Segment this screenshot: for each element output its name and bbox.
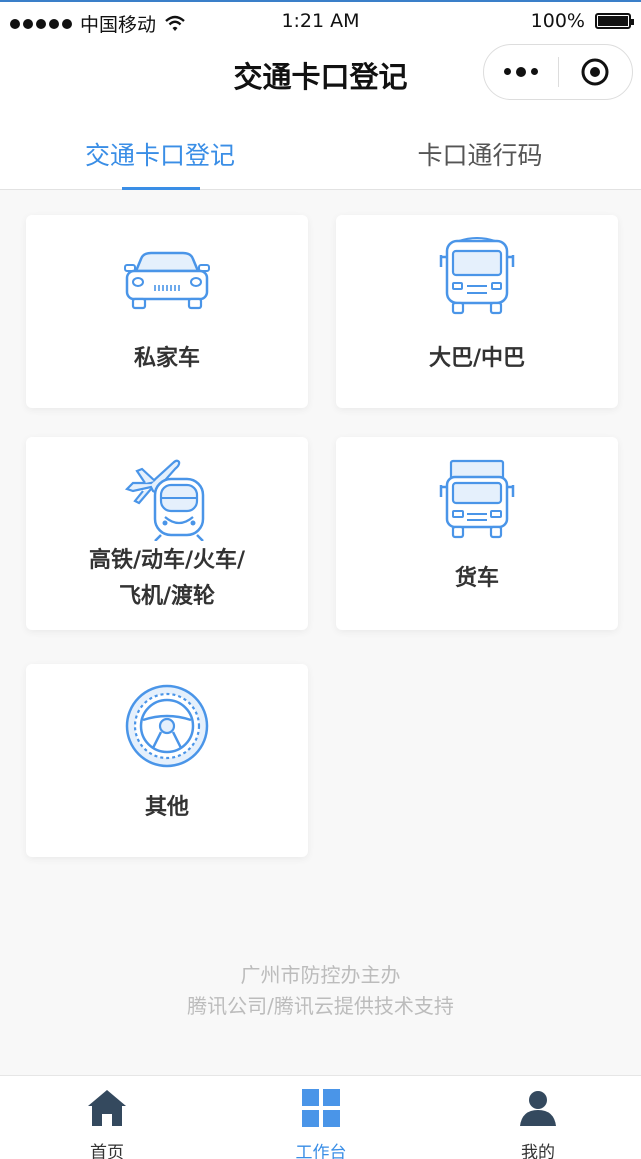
more-menu-button[interactable] [484,66,558,77]
card-label: 货车 [454,566,499,591]
tab-workbench[interactable]: 工作台 [261,1088,381,1159]
card-train-plane-ferry[interactable]: 高铁/动车/火车/ 飞机/渡轮 [26,437,308,630]
truck-icon [439,459,515,539]
card-bus[interactable]: 大巴/中巴 [336,215,618,408]
tab-home[interactable]: 首页 [47,1088,167,1159]
tab-profile-label: 我的 [521,1143,555,1159]
footer-line-organizer: 广州市防控办主办 [240,963,401,987]
grid-icon [302,1089,340,1127]
tab-pass-code[interactable]: 卡口通行码 [320,136,640,172]
plane-train-icon [124,459,205,541]
miniprogram-capsule [483,44,633,100]
steering-wheel-icon [125,684,209,768]
status-bar: 中国移动 1:21 AM 100% [0,0,641,40]
card-label: 其他 [144,795,189,820]
tab-active-indicator [122,187,200,190]
tab-bar-top: 交通卡口登记 卡口通行码 [0,110,641,190]
car-icon [124,251,210,310]
home-icon [88,1090,126,1126]
card-private-car[interactable]: 私家车 [26,215,308,408]
tab-home-label: 首页 [90,1143,124,1159]
target-icon [581,58,609,86]
card-other[interactable]: 其他 [26,664,308,857]
footer-line-support: 腾讯公司/腾讯云提供技术支持 [187,994,454,1018]
card-label-line1: 高铁/动车/火车/ [88,548,246,573]
tab-workbench-label: 工作台 [295,1143,347,1159]
tab-profile[interactable]: 我的 [478,1088,598,1159]
bottom-tab-bar: 首页 工作台 我的 [0,1075,641,1159]
card-label: 私家车 [133,346,200,371]
nav-bar: 交通卡口登记 [0,40,641,110]
tab-traffic-registration[interactable]: 交通卡口登记 [0,136,320,172]
close-miniprogram-button[interactable] [559,57,632,87]
card-label-line2: 飞机/渡轮 [118,584,216,609]
sponsor-footer: 广州市防控办主办 腾讯公司/腾讯云提供技术支持 [0,960,641,1022]
battery-icon [595,13,634,29]
bus-icon [439,237,515,315]
user-icon [520,1091,556,1126]
card-label: 大巴/中巴 [428,346,526,371]
status-right: 100% [530,10,634,32]
battery-percent: 100% [530,10,585,32]
card-truck[interactable]: 货车 [336,437,618,630]
